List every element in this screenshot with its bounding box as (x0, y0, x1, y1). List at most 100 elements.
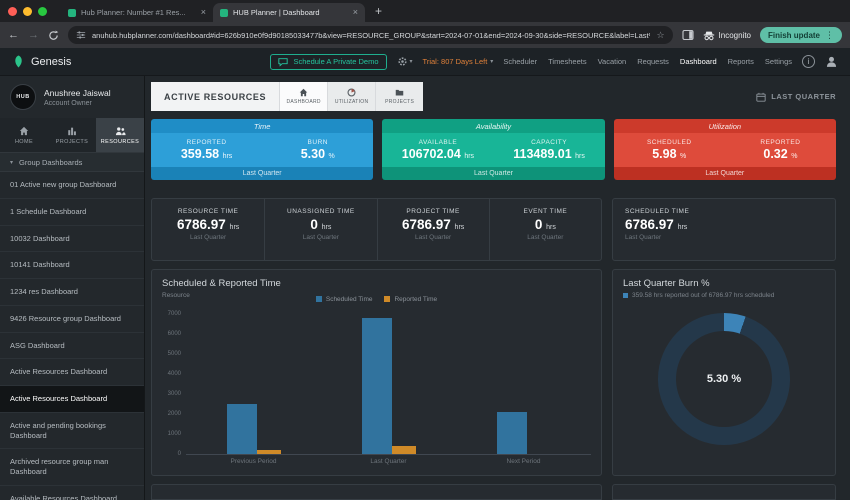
nav-vacation[interactable]: Vacation (598, 57, 627, 66)
help-icon[interactable]: i (802, 55, 815, 68)
tab-title: Hub Planner: Number #1 Res... (81, 8, 196, 17)
minimize-window-button[interactable] (23, 7, 32, 16)
card-stub (612, 484, 836, 500)
legend-item[interactable]: Scheduled Time (316, 296, 373, 303)
sidebar-item-dashboard[interactable]: 01 Active new group Dashboard (0, 172, 144, 199)
nav-scheduler[interactable]: Scheduler (503, 57, 537, 66)
metric-unit: % (791, 153, 797, 160)
sidebar-item-dashboard[interactable]: 10141 Dashboard (0, 252, 144, 279)
metric-label: AVAILABLE (419, 139, 458, 146)
close-tab-icon[interactable]: × (201, 8, 206, 17)
url-text[interactable]: anuhub.hubplanner.com/dashboard#id=626b9… (92, 31, 650, 40)
sidebar-item-dashboard[interactable]: ASG Dashboard (0, 333, 144, 360)
sidebar-item-dashboard[interactable]: 10032 Dashboard (0, 226, 144, 253)
card-title: Utilization (614, 119, 836, 133)
sidebar-tab-label: RESOURCES (101, 139, 139, 145)
finish-update-button[interactable]: Finish update ⋮ (760, 27, 842, 43)
tab-dashboard[interactable]: DASHBOARD (279, 82, 327, 111)
forward-icon[interactable]: → (28, 30, 39, 41)
last-quarter-button[interactable]: Last Quarter (151, 167, 373, 180)
browser-tab[interactable]: Hub Planner: Number #1 Res... × (61, 3, 213, 22)
side-panel-icon[interactable] (682, 29, 694, 41)
tab-utilization[interactable]: UTILIZATION (327, 82, 375, 111)
nav-timesheets[interactable]: Timesheets (548, 57, 587, 66)
nav-dashboard[interactable]: Dashboard (680, 57, 717, 66)
site-info-icon[interactable] (76, 30, 86, 40)
bar-reported-time[interactable] (392, 446, 416, 453)
sidebar-tab-projects[interactable]: PROJECTS (48, 118, 96, 152)
profile-icon[interactable] (825, 55, 838, 68)
metric-reported: REPORTED 0.32 % (725, 133, 836, 167)
zoom-window-button[interactable] (38, 7, 47, 16)
trial-label: Trial: 807 Days Left (423, 57, 488, 66)
bar-reported-time[interactable] (257, 450, 281, 454)
chevron-down-icon: ▾ (490, 58, 493, 65)
metric-label: REPORTED (187, 139, 227, 146)
address-bar[interactable]: anuhub.hubplanner.com/dashboard#id=626b9… (68, 26, 673, 44)
settings-gear-menu[interactable]: ▾ (397, 56, 413, 67)
metric-available: AVAILABLE 106702.04 hrs (382, 133, 493, 167)
incognito-label: Incognito (719, 31, 751, 40)
nav-requests[interactable]: Requests (637, 57, 669, 66)
last-quarter-button[interactable]: Last Quarter (382, 167, 604, 180)
group-dashboards-header[interactable]: ▾ Group Dashboards (0, 152, 144, 172)
donut-chart[interactable]: 5.30 % (658, 313, 790, 445)
reload-icon[interactable] (48, 30, 59, 41)
sidebar-tab-resources[interactable]: RESOURCES (96, 118, 144, 152)
y-axis: 01000200030004000500060007000 (162, 309, 186, 455)
sidebar-tab-home[interactable]: HOME (0, 118, 48, 152)
avatar: HUB (10, 84, 36, 110)
bar-scheduled-time[interactable] (227, 404, 257, 454)
utilization-tab-icon (347, 88, 356, 97)
new-tab-button[interactable]: + (375, 4, 382, 18)
user-card[interactable]: HUB Anushree Jaiswal Account Owner (0, 76, 144, 118)
dashboard-tab-icon (299, 88, 308, 97)
close-window-button[interactable] (8, 7, 17, 16)
bar-scheduled-time[interactable] (497, 412, 527, 454)
stat-value: 6786.97 (625, 217, 674, 232)
card-title: Availability (382, 119, 604, 133)
browser-tab-strip: Hub Planner: Number #1 Res... × HUB Plan… (0, 0, 850, 22)
schedule-demo-button[interactable]: Schedule A Private Demo (270, 54, 386, 70)
nav-reports[interactable]: Reports (728, 57, 754, 66)
metric-value: 5.98 (652, 147, 676, 161)
chart-title: Scheduled & Reported Time (162, 278, 591, 289)
y-tick-label: 5000 (168, 351, 181, 357)
tab-projects[interactable]: PROJECTS (375, 82, 423, 111)
tab-label: UTILIZATION (335, 99, 369, 105)
main-panel: ACTIVE RESOURCES DASHBOARD UTILIZATION P… (145, 76, 850, 500)
sidebar-item-dashboard[interactable]: 9426 Resource group Dashboard (0, 306, 144, 333)
stat-period: Last Quarter (190, 234, 226, 241)
stat-period: Last Quarter (625, 234, 661, 241)
trial-countdown[interactable]: Trial: 807 Days Left ▾ (423, 57, 494, 66)
close-tab-icon[interactable]: × (353, 8, 358, 17)
sidebar-item-dashboard[interactable]: Archived resource group man Dashboard (0, 449, 144, 486)
legend-item[interactable]: Reported Time (384, 296, 437, 303)
sidebar-item-dashboard[interactable]: Available Resources Dashboard (0, 486, 144, 500)
sidebar-item-dashboard[interactable]: 1 Schedule Dashboard (0, 199, 144, 226)
metric-value: 113489.01 (513, 147, 571, 161)
sidebar-item-dashboard[interactable]: 1234 res Dashboard (0, 279, 144, 306)
bookmark-star-icon[interactable]: ☆ (656, 30, 664, 41)
bar-scheduled-time[interactable] (362, 318, 392, 454)
stat-label: SCHEDULED TIME (625, 208, 689, 215)
period-label: LAST QUARTER (771, 92, 836, 101)
brand[interactable]: Genesis (12, 55, 71, 68)
nav-settings[interactable]: Settings (765, 57, 792, 66)
sidebar-item-dashboard[interactable]: Active Resources Dashboard (0, 386, 144, 413)
metric-scheduled: SCHEDULED 5.98 % (614, 133, 725, 167)
chevron-down-icon: ▾ (410, 58, 413, 65)
dashboard-tabs: DASHBOARD UTILIZATION PROJECTS (279, 82, 423, 111)
stat-resource-time: RESOURCE TIME 6786.97 hrs Last Quarter (152, 199, 264, 260)
legend-swatch (623, 293, 628, 298)
back-icon[interactable]: ← (8, 30, 19, 41)
browser-menu-icon[interactable]: ⋮ (825, 30, 834, 41)
browser-tab-active[interactable]: HUB Planner | Dashboard × (213, 3, 365, 22)
metric-capacity: CAPACITY 113489.01 hrs (494, 133, 605, 167)
home-icon (19, 126, 29, 136)
last-quarter-button[interactable]: Last Quarter (614, 167, 836, 180)
sidebar-item-dashboard[interactable]: Active and pending bookings Dashboard (0, 413, 144, 450)
sidebar-item-dashboard[interactable]: Active Resources Dashboard (0, 359, 144, 386)
stat-value: 0 (310, 217, 318, 232)
period-selector[interactable]: LAST QUARTER (756, 82, 836, 111)
